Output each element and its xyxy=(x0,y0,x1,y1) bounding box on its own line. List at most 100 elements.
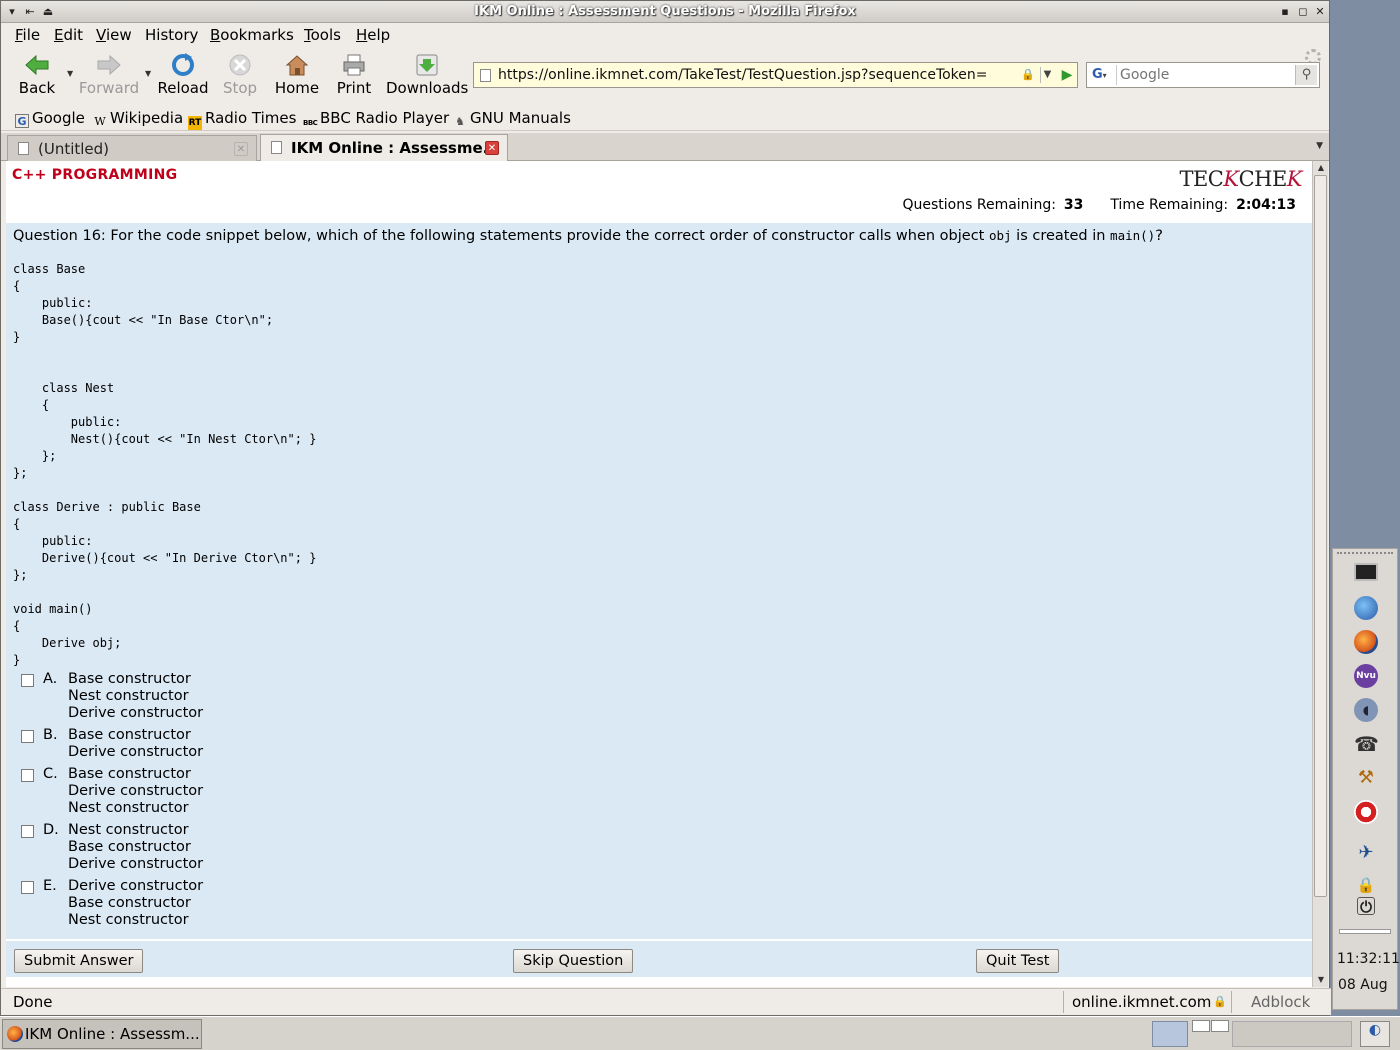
question-text: Question 16: For the code snippet below,… xyxy=(13,228,1163,244)
close-icon[interactable]: ✕ xyxy=(1313,5,1327,19)
go-icon[interactable]: ▶ xyxy=(1058,65,1076,85)
menu-history[interactable]: History xyxy=(145,26,198,44)
firefox-icon xyxy=(7,1026,23,1042)
status-lock-icon[interactable]: 🔒 xyxy=(1213,995,1227,1008)
bookmark-radio-times[interactable]: RT Radio Times xyxy=(188,109,296,130)
tab-list-dropdown-icon[interactable]: ▼ xyxy=(1316,141,1323,151)
page-content: C++ PROGRAMMING TECKCHEK Questions Remai… xyxy=(6,161,1312,987)
speaker-icon[interactable]: ◖ xyxy=(1354,698,1378,722)
stop-button[interactable]: Stop xyxy=(208,51,272,101)
print-button[interactable]: Print xyxy=(322,51,386,101)
notification-icon[interactable]: ◐ xyxy=(1360,1021,1390,1047)
search-engine-selector[interactable]: G▾ xyxy=(1089,65,1117,85)
menu-edit[interactable]: Edit xyxy=(54,26,83,44)
option-b-checkbox[interactable] xyxy=(21,730,34,743)
bookmark-bbc-radio-player[interactable]: BBC BBC Radio Player xyxy=(303,109,449,130)
browser-window: ▾ ⇤ ⏏ IKM Online : Assessment Questions … xyxy=(0,0,1331,1016)
page-icon xyxy=(18,142,29,155)
nvu-icon[interactable]: Nvu xyxy=(1354,664,1378,688)
lock-icon[interactable]: 🔒 xyxy=(1021,68,1035,82)
search-bar[interactable]: G▾ ⚲ xyxy=(1086,62,1320,88)
bookmark-wikipedia[interactable]: W Wikipedia xyxy=(93,109,183,129)
downloads-icon xyxy=(416,54,438,76)
firefox-icon[interactable] xyxy=(1354,630,1378,654)
clock: 11:32:11 xyxy=(1337,951,1400,967)
url-input[interactable] xyxy=(498,65,1018,85)
scroll-thumb[interactable] xyxy=(1314,175,1327,897)
skip-question-button[interactable]: Skip Question xyxy=(513,949,634,973)
menu-bar: File Edit View History Bookmarks Tools H… xyxy=(1,23,1329,65)
back-history-dropdown-icon[interactable]: ▼ xyxy=(67,69,73,78)
questions-remaining-value: 33 xyxy=(1063,197,1084,213)
printer-icon xyxy=(343,54,365,76)
maximize-icon[interactable]: ◻ xyxy=(1296,5,1310,19)
window-title: IKM Online : Assessment Questions - Mozi… xyxy=(474,4,856,19)
forward-button[interactable]: Forward xyxy=(77,51,141,101)
tab-close-icon[interactable]: ✕ xyxy=(234,142,248,156)
page-icon xyxy=(480,69,491,82)
downloads-button[interactable]: Downloads xyxy=(386,51,468,101)
taskbar: IKM Online : Assessm... ◐ xyxy=(0,1016,1400,1050)
scroll-down-icon[interactable]: ▼ xyxy=(1313,973,1329,987)
submit-answer-button[interactable]: Submit Answer xyxy=(14,949,144,973)
menu-view[interactable]: View xyxy=(96,26,132,44)
option-a-checkbox[interactable] xyxy=(21,674,34,687)
wikipedia-icon: W xyxy=(94,115,106,128)
network-icon[interactable]: ✈ xyxy=(1354,841,1378,865)
quit-test-button[interactable]: Quit Test xyxy=(976,949,1060,973)
bookmark-google[interactable]: G Google xyxy=(15,109,85,128)
option-d-checkbox[interactable] xyxy=(21,825,34,838)
adblock-button[interactable]: Adblock xyxy=(1251,993,1310,1011)
reload-button[interactable]: Reload xyxy=(151,51,215,101)
url-history-dropdown-icon[interactable]: ▼ xyxy=(1040,67,1054,83)
test-stats: Questions Remaining: 33 Time Remaining: 2:… xyxy=(903,197,1297,213)
menu-help[interactable]: Help xyxy=(356,26,390,44)
status-text: Done xyxy=(13,993,53,1011)
status-domain[interactable]: online.ikmnet.com xyxy=(1072,993,1211,1011)
reload-icon xyxy=(172,53,194,76)
workspace-2[interactable] xyxy=(1211,1020,1229,1032)
menu-file[interactable]: File xyxy=(15,26,40,44)
gnu-icon: ♞ xyxy=(455,115,465,128)
bbc-icon: BBC xyxy=(303,119,318,127)
home-icon xyxy=(285,55,309,76)
scroll-up-icon[interactable]: ▲ xyxy=(1313,161,1329,175)
lifebuoy-icon[interactable] xyxy=(1354,800,1378,824)
tools-icon[interactable]: ⚒ xyxy=(1354,766,1378,790)
vertical-scrollbar[interactable]: ▲ ▼ xyxy=(1312,161,1328,987)
tray-area xyxy=(1232,1021,1352,1047)
option-e-checkbox[interactable] xyxy=(21,881,34,894)
taskbar-firefox-window[interactable]: IKM Online : Assessm... xyxy=(2,1019,202,1049)
terminal-icon[interactable] xyxy=(1354,563,1378,581)
power-icon[interactable]: ⏻ xyxy=(1357,897,1375,916)
taskbar-firefox-launcher[interactable] xyxy=(1152,1021,1188,1047)
title-bar[interactable]: ▾ ⇤ ⏏ IKM Online : Assessment Questions … xyxy=(1,1,1329,23)
phone-icon[interactable]: ☎ xyxy=(1354,732,1379,756)
menu-bookmarks[interactable]: Bookmarks xyxy=(210,26,294,44)
lock-screen-icon[interactable]: 🔒 xyxy=(1354,873,1378,897)
questions-remaining-label: Questions Remaining: xyxy=(902,197,1056,213)
url-bar[interactable]: 🔒 ▼ ▶ xyxy=(473,62,1078,88)
workspace-1[interactable] xyxy=(1192,1020,1210,1032)
action-bar: Submit Answer Skip Question Quit Test xyxy=(6,939,1312,977)
home-button[interactable]: Home xyxy=(265,51,329,101)
code-snippet: class Base { public: Base(){cout << "In … xyxy=(13,262,317,667)
date: 08 Aug xyxy=(1338,977,1388,993)
bookmark-gnu-manuals[interactable]: ♞ GNU Manuals xyxy=(453,109,571,129)
side-dock: Nvu ◖ ☎ ⚒ ✈ 🔒 ⏻ 11:32:11 08 Aug xyxy=(1332,548,1400,1010)
thunderbird-icon[interactable] xyxy=(1354,596,1378,620)
option-c-checkbox[interactable] xyxy=(21,769,34,782)
radio-times-icon: RT xyxy=(188,116,202,130)
tab-ikm-online[interactable]: IKM Online : Assessme... ✕ xyxy=(260,134,508,162)
google-icon: G xyxy=(15,114,29,128)
menu-tools[interactable]: Tools xyxy=(304,26,341,44)
search-icon[interactable]: ⚲ xyxy=(1295,65,1317,85)
question-panel: Question 16: For the code snippet below,… xyxy=(6,223,1312,977)
minimize-icon[interactable]: ▪ xyxy=(1278,5,1292,19)
tab-untitled[interactable]: (Untitled) ✕ xyxy=(7,135,257,161)
back-button[interactable]: Back xyxy=(5,51,69,101)
status-bar: Done online.ikmnet.com 🔒 Adblock xyxy=(1,988,1331,1015)
volume-slider[interactable] xyxy=(1339,929,1391,934)
search-input[interactable] xyxy=(1120,65,1290,85)
tab-close-icon[interactable]: ✕ xyxy=(485,141,499,155)
